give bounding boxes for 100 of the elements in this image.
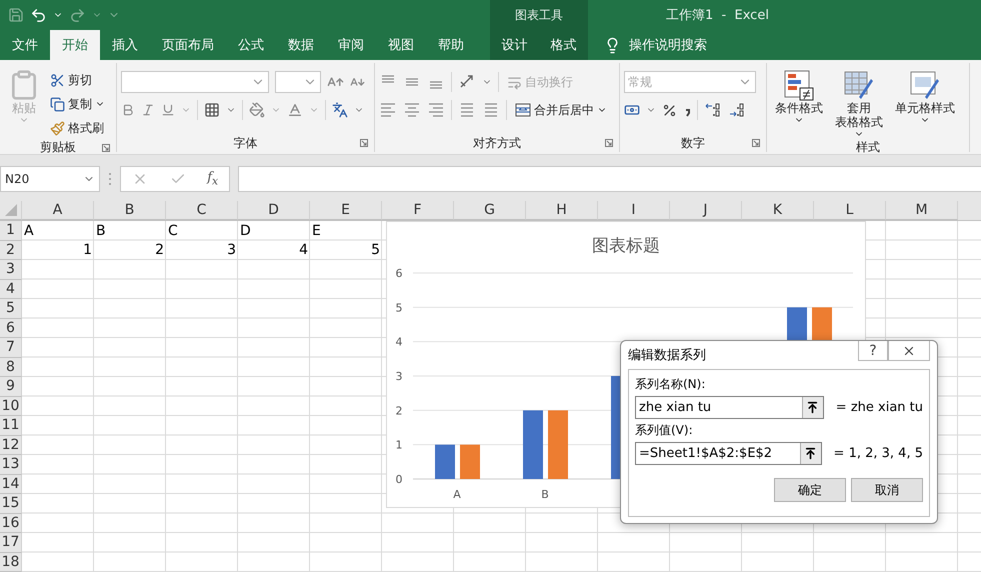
column-header[interactable]: A — [22, 201, 94, 220]
column-header[interactable]: G — [454, 201, 526, 220]
table-cell: 3 — [227, 242, 236, 258]
triangle-icon — [4, 204, 16, 216]
ok-button[interactable]: 确定 — [774, 478, 846, 502]
help-button[interactable]: ? — [858, 341, 888, 361]
upload-arrow-icon — [806, 401, 820, 414]
row-header[interactable]: 16 — [0, 514, 22, 533]
ribbon-tab[interactable]: 插入 — [100, 30, 150, 60]
dialog-launcher-icon[interactable] — [752, 139, 760, 147]
row-header[interactable]: 10 — [0, 396, 22, 416]
copy-button[interactable]: 复制 — [48, 93, 107, 115]
font-size-field[interactable] — [275, 71, 321, 93]
name-box[interactable]: N20 — [0, 166, 100, 192]
bold-icon[interactable] — [121, 103, 135, 117]
column-header[interactable]: F — [382, 201, 454, 220]
conditional-format-icon — [783, 69, 815, 101]
insert-function-button[interactable]: f$_{x}$ — [207, 170, 218, 188]
decrease-indent-icon[interactable] — [458, 101, 476, 119]
dialog-launcher-icon[interactable] — [102, 144, 110, 152]
input-field[interactable]: zhe xian tu — [635, 396, 824, 419]
group-label: 字体 — [234, 134, 258, 152]
italic-icon[interactable] — [141, 103, 155, 117]
group-label: 对齐方式 — [473, 134, 521, 152]
collapse-dialog-button[interactable] — [802, 397, 823, 418]
row-header[interactable]: 15 — [0, 494, 22, 514]
ribbon-tab[interactable]: 设计 — [490, 30, 539, 60]
close-button[interactable] — [888, 341, 930, 361]
increase-decimal-icon[interactable] — [704, 101, 722, 119]
cut-button[interactable]: 剪切 — [48, 69, 107, 91]
axis-tick-label: 4 — [396, 336, 402, 349]
undo-icon[interactable] — [30, 6, 47, 24]
collapse-dialog-button[interactable] — [800, 443, 821, 464]
dialog-launcher-icon[interactable] — [360, 139, 368, 147]
borders-icon[interactable] — [204, 102, 220, 118]
tell-me-search[interactable]: 操作说明搜索 — [629, 36, 707, 54]
ribbon-tab[interactable]: 页面布局 — [150, 30, 226, 60]
format-painter-button[interactable]: 格式刷 — [48, 117, 107, 139]
redo-icon[interactable] — [69, 6, 86, 24]
font-color-icon[interactable] — [287, 102, 303, 118]
align-right-icon[interactable] — [427, 101, 445, 119]
column-header[interactable]: J — [670, 201, 742, 220]
align-center-icon[interactable] — [403, 101, 421, 119]
row-header[interactable]: 13 — [0, 455, 22, 474]
row-header[interactable]: 1 — [0, 221, 22, 240]
row-header[interactable]: 11 — [0, 416, 22, 436]
increase-indent-icon[interactable] — [482, 101, 500, 119]
percent-icon[interactable] — [662, 102, 677, 118]
row-header[interactable]: 8 — [0, 358, 22, 377]
ribbon-tab[interactable]: 开始 — [50, 30, 100, 60]
column-header[interactable]: I — [598, 201, 670, 220]
row-header[interactable]: 18 — [0, 552, 22, 572]
decrease-decimal-icon[interactable] — [728, 101, 746, 119]
row-header[interactable]: 14 — [0, 474, 22, 494]
ribbon-tab[interactable]: 格式 — [539, 30, 588, 60]
column-header[interactable]: M — [886, 201, 958, 220]
table-cell: 2 — [155, 242, 164, 258]
paintbrush-icon — [50, 120, 65, 136]
cancel-button[interactable]: 取消 — [851, 478, 923, 502]
ribbon-tab[interactable]: 文件 — [0, 30, 50, 60]
row-header[interactable]: 7 — [0, 338, 22, 358]
table-cell: 4 — [299, 242, 308, 258]
underline-icon[interactable] — [161, 103, 175, 117]
row-header[interactable]: 5 — [0, 299, 22, 318]
fill-color-icon[interactable] — [249, 102, 265, 118]
column-header[interactable]: C — [166, 201, 238, 220]
cell-styles-button[interactable]: 单元格样式 — [891, 69, 959, 139]
column-header[interactable]: H — [526, 201, 598, 220]
ribbon-tab[interactable]: 公式 — [226, 30, 276, 60]
align-left-icon[interactable] — [379, 101, 397, 119]
select-all-corner[interactable] — [0, 201, 22, 220]
row-header[interactable]: 4 — [0, 280, 22, 299]
column-header[interactable]: D — [238, 201, 310, 220]
row-header[interactable]: 2 — [0, 240, 22, 260]
chart-bar — [548, 410, 568, 479]
ribbon-tab[interactable]: 数据 — [276, 30, 326, 60]
ribbon-tab[interactable]: 视图 — [376, 30, 426, 60]
formula-input[interactable] — [238, 166, 981, 192]
ribbon-tab[interactable]: 审阅 — [326, 30, 376, 60]
conditional-format-button[interactable]: 条件格式 — [771, 69, 827, 139]
font-name-field[interactable] — [121, 71, 269, 93]
chart-bar — [523, 410, 543, 479]
format-as-table-button[interactable]: 套用 表格格式 — [831, 69, 887, 139]
column-header[interactable]: E — [310, 201, 382, 220]
ribbon-tab[interactable]: 帮助 — [426, 30, 476, 60]
column-header[interactable]: K — [742, 201, 814, 220]
row-header[interactable]: 3 — [0, 260, 22, 280]
table-cell: A — [24, 222, 34, 239]
column-header[interactable]: B — [94, 201, 166, 220]
save-icon[interactable] — [8, 7, 24, 23]
phonetic-icon[interactable] — [332, 102, 348, 118]
merge-center-button[interactable]: 合并后居中 — [513, 99, 609, 121]
dialog-launcher-icon[interactable] — [605, 139, 613, 147]
input-field[interactable]: =Sheet1!$A$2:$E$2 — [635, 442, 822, 465]
row-header[interactable]: 6 — [0, 318, 22, 338]
row-header[interactable]: 9 — [0, 377, 22, 396]
column-header[interactable]: L — [814, 201, 886, 220]
row-header[interactable]: 17 — [0, 533, 22, 552]
row-header[interactable]: 12 — [0, 436, 22, 455]
group-label: 数字 — [681, 134, 705, 152]
